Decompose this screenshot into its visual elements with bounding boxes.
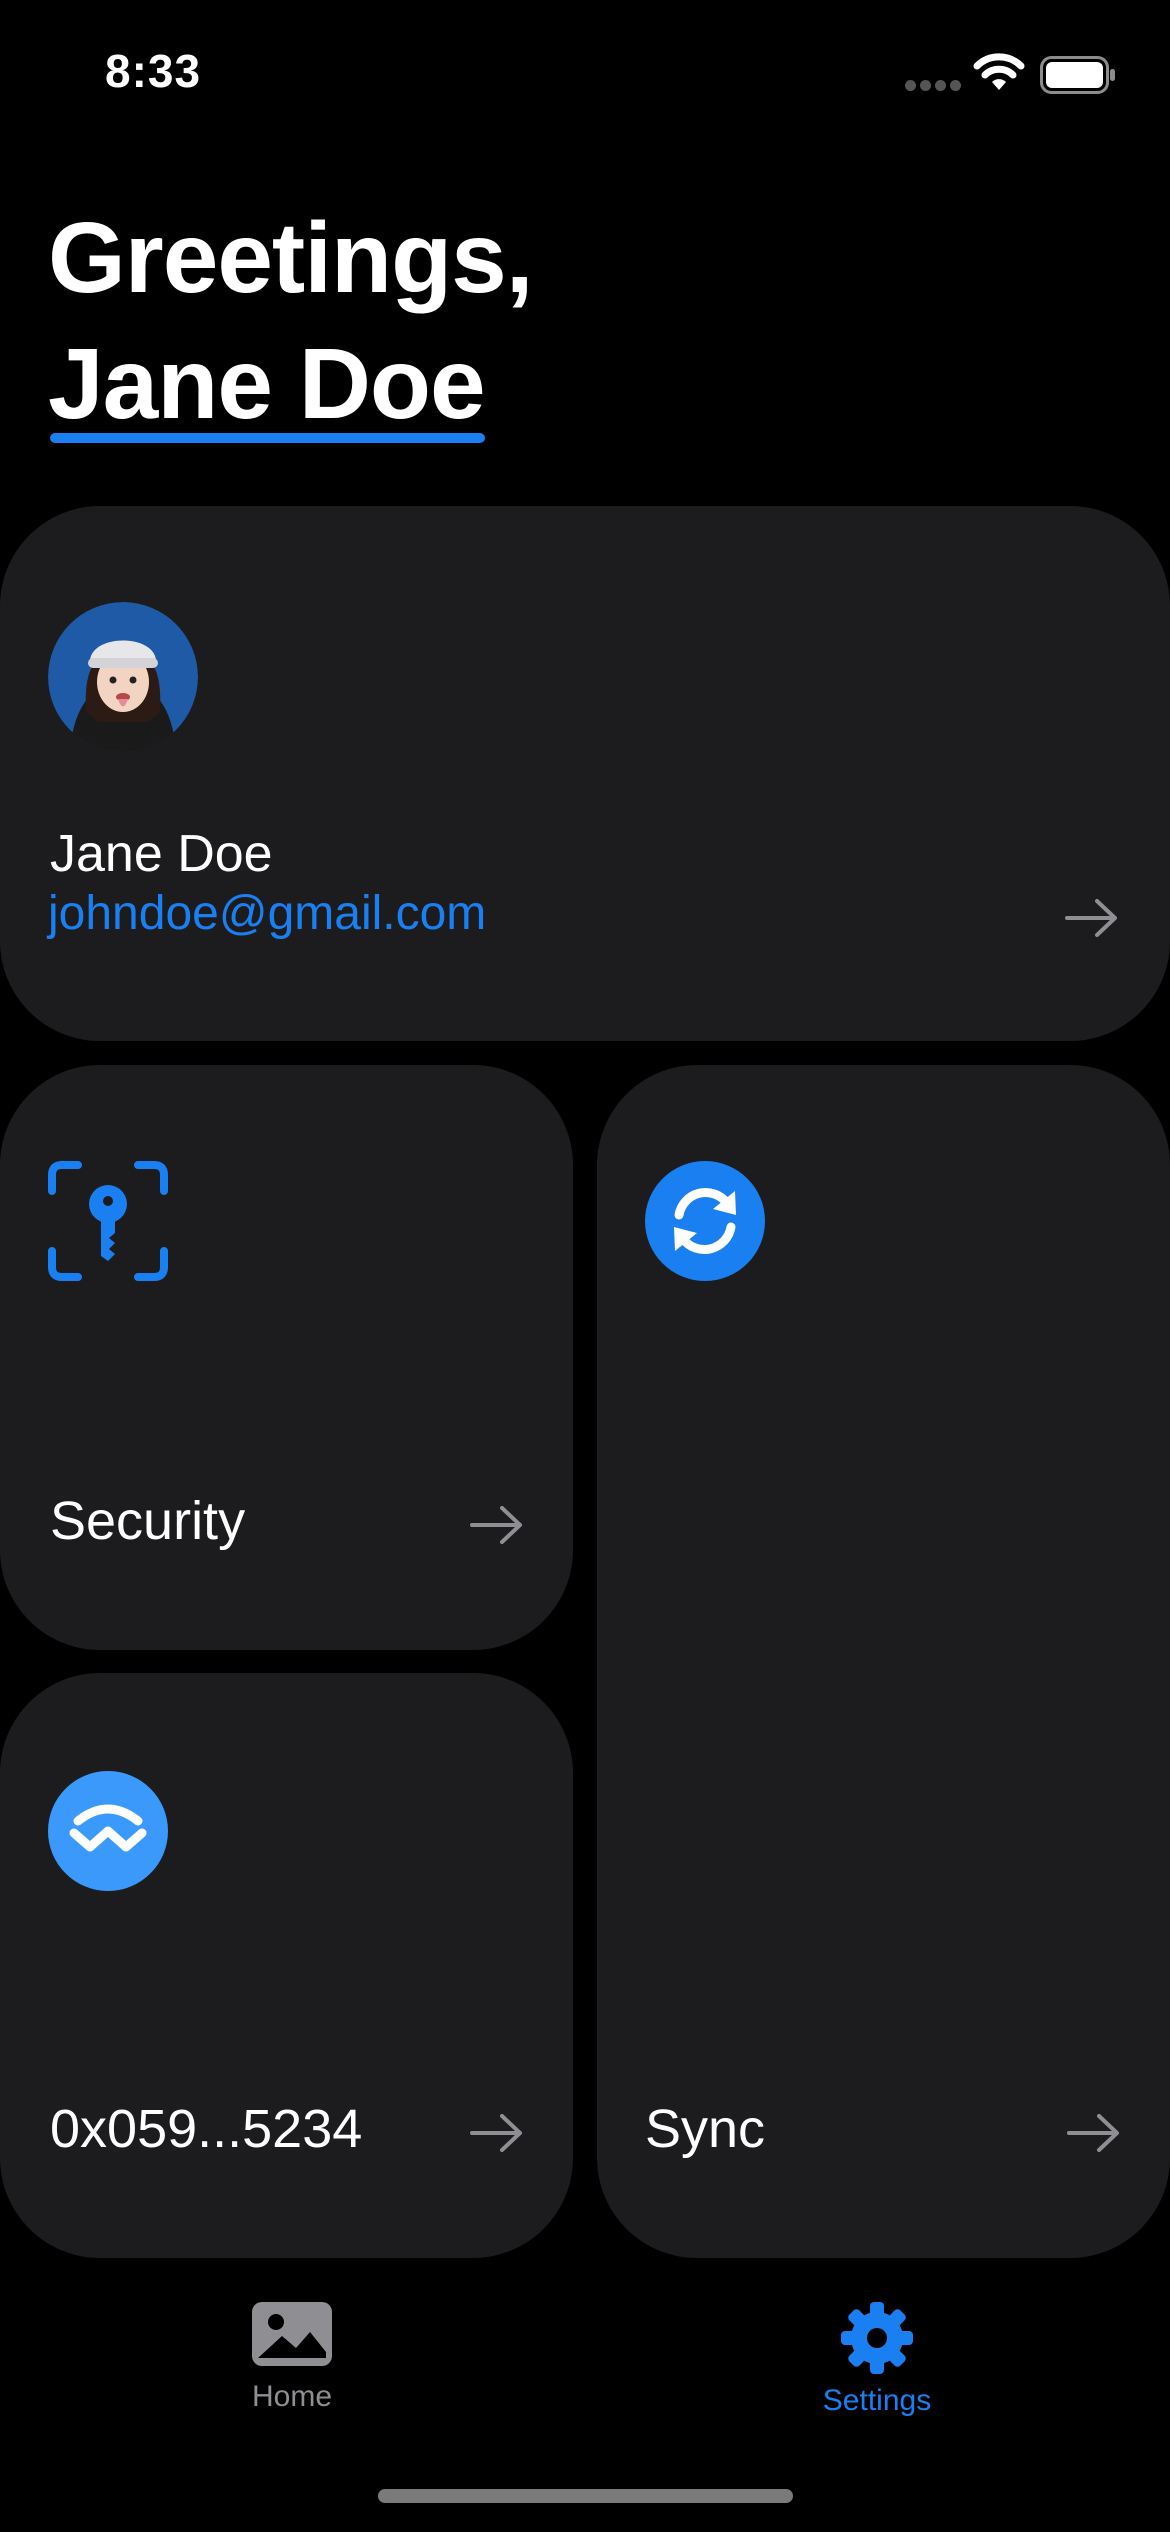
tab-home[interactable]: Home [172,2300,412,2414]
sync-label: Sync [645,2099,766,2159]
tab-settings[interactable]: Settings [757,2300,997,2418]
walletconnect-icon [48,1771,168,1891]
gear-icon [841,2302,913,2374]
arrow-right-icon [1067,2114,1119,2152]
greeting-underline [50,433,485,443]
tab-settings-label: Settings [822,2384,932,2417]
greeting-name: Jane Doe [48,321,486,447]
photo-icon [252,2302,332,2366]
passkey-icon [48,1161,168,1281]
greeting-line: Greetings, [48,202,534,314]
avatar [48,602,198,752]
wallet-card[interactable]: 0x059...5234 [0,1673,573,2258]
profile-name: Jane Doe [50,825,273,883]
security-label: Security [50,1491,246,1551]
arrow-right-icon [470,1506,522,1544]
arrow-right-icon [470,2114,522,2152]
greeting-heading: Greetings, Jane Doe [48,195,534,447]
tab-home-label: Home [251,2380,333,2413]
battery-icon [1040,56,1115,94]
sync-card[interactable]: Sync [597,1065,1170,2258]
home-indicator[interactable] [378,2489,793,2503]
status-time: 8:33 [105,45,202,97]
security-card[interactable]: Security [0,1065,573,1650]
settings-screen: 8:33 Greetings, Jane Doe Jane Doe johndo… [0,0,1170,2532]
sync-icon [645,1161,765,1281]
greeting-name-text: Jane Doe [48,328,486,440]
cellular-signal-icon [905,80,961,94]
profile-card[interactable]: Jane Doe johndoe@gmail.com [0,506,1170,1041]
profile-email: johndoe@gmail.com [48,887,487,940]
wallet-address: 0x059...5234 [50,2099,363,2159]
arrow-right-icon [1065,899,1117,937]
wifi-icon [973,53,1025,90]
